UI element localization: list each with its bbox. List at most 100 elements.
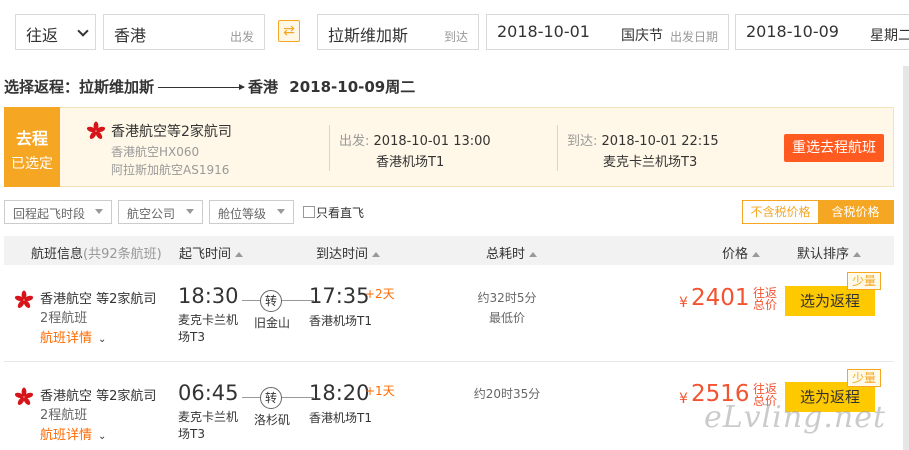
arrive-airport: 香港机场T1 xyxy=(309,411,372,425)
row-divider xyxy=(4,361,894,362)
return-date-value: 2018-10-09 xyxy=(746,22,839,41)
return-date-field[interactable]: 2018-10-09 星期二 xyxy=(735,14,909,50)
arrive-time: 18:20 xyxy=(309,381,370,405)
flight-duration: 约32时5分 xyxy=(477,291,537,305)
depart-time: 18:30 xyxy=(178,284,239,308)
outbound-badge: 去程 已选定 xyxy=(4,107,60,187)
sort-up-icon xyxy=(853,252,862,257)
flight-details-label: 航班详情 xyxy=(40,331,93,346)
swap-cities-icon[interactable]: ⇄ xyxy=(278,20,300,42)
arrive-datetime: 2018-10-01 22:15 xyxy=(601,134,719,149)
outbound-arrive: 到达: 2018-10-01 22:15 xyxy=(567,130,719,149)
header-info-label: 航班信息 xyxy=(31,247,84,262)
trip-type-select[interactable]: 往返 xyxy=(15,14,96,50)
sort-up-icon xyxy=(372,252,381,257)
header-flight-count: (共92条航班) xyxy=(83,247,162,262)
airline-filter[interactable]: 航空公司 xyxy=(118,200,203,224)
cabin-filter[interactable]: 舱位等级 xyxy=(209,200,294,224)
transfer-city: 旧金山 xyxy=(254,316,291,330)
to-city-field[interactable]: 拉斯维加斯 到达 xyxy=(317,14,479,50)
lowest-price-note: 最低价 xyxy=(488,311,525,325)
title-date: 2018-10-09周二 xyxy=(289,78,416,96)
outbound-airline: 香港航空等2家航司 xyxy=(111,124,232,140)
sort-duration[interactable]: 总耗时 xyxy=(486,243,538,262)
arrive-label: 到达: xyxy=(567,134,598,149)
flight-price: 2401 xyxy=(691,285,750,311)
hong-kong-airlines-logo-icon xyxy=(14,387,34,405)
arrow-right-icon xyxy=(158,84,246,90)
from-city-field[interactable]: 香港 出发 xyxy=(103,14,265,50)
outbound-badge-status: 已选定 xyxy=(11,156,53,172)
tax-included-option[interactable]: 含税价格 xyxy=(818,201,893,223)
chevron-down-icon: ⌄ xyxy=(98,431,107,442)
outbound-badge-title: 去程 xyxy=(15,129,48,148)
trip-type-value: 往返 xyxy=(26,26,59,45)
scrollbar[interactable] xyxy=(903,66,909,450)
direct-only-checkbox[interactable] xyxy=(303,206,315,218)
divider xyxy=(329,125,330,171)
page-title: 选择返程：拉斯维加斯 香港 2018-10-09周二 xyxy=(4,76,415,97)
hong-kong-airlines-logo-icon xyxy=(14,290,34,308)
hong-kong-airlines-logo-icon xyxy=(86,121,106,139)
reselect-outbound-button[interactable]: 重选去程航班 xyxy=(784,134,884,162)
round-trip-total-note: 往返总价 xyxy=(753,286,778,312)
depart-date-field[interactable]: 2018-10-01 国庆节 出发日期 xyxy=(486,14,729,50)
header-duration-label: 总耗时 xyxy=(486,247,526,262)
transfer-city: 洛杉矶 xyxy=(254,413,291,427)
flight-legs: 2程航班 xyxy=(40,311,88,326)
depart-time: 06:45 xyxy=(178,381,239,405)
sort-price[interactable]: 价格 xyxy=(722,243,761,262)
transfer-icon: 转 xyxy=(260,290,282,312)
caret-down-icon xyxy=(277,209,285,214)
tax-excluded-option[interactable]: 不含税价格 xyxy=(743,201,818,223)
header-flight-info: 航班信息(共92条航班) xyxy=(31,243,162,262)
header-price-label: 价格 xyxy=(722,247,749,262)
flight-details-link[interactable]: 航班详情 ⌄ xyxy=(40,327,106,346)
depart-date-value: 2018-10-01 xyxy=(497,22,590,41)
depart-date-tag: 出发日期 xyxy=(669,30,718,44)
direct-only-label[interactable]: 只看直飞 xyxy=(316,204,364,221)
depart-time-filter[interactable]: 回程起飞时段 xyxy=(4,200,112,224)
watermark: eLvling.net xyxy=(704,400,887,435)
sort-arrive-time[interactable]: 到达时间 xyxy=(316,243,381,262)
outbound-flight-1: 香港航空HX060 xyxy=(111,145,200,159)
depart-airport: 麦克卡兰机场T3 xyxy=(178,313,239,344)
arrive-day-offset: +1天 xyxy=(365,384,395,398)
flight-details-link[interactable]: 航班详情 ⌄ xyxy=(40,424,106,443)
flight-details-label: 航班详情 xyxy=(40,428,93,443)
currency-symbol: ¥ xyxy=(679,295,688,311)
to-tag: 到达 xyxy=(443,30,468,44)
select-return-button[interactable]: 选为返程 xyxy=(785,286,875,316)
header-sort-label: 默认排序 xyxy=(797,247,850,262)
transfer-icon: 转 xyxy=(260,387,282,409)
caret-down-icon xyxy=(95,209,103,214)
arrive-day-offset: +2天 xyxy=(365,287,395,301)
sort-up-icon xyxy=(235,252,244,257)
from-city-value: 香港 xyxy=(114,26,147,45)
few-seats-tag: 少量 xyxy=(847,369,881,387)
few-seats-tag: 少量 xyxy=(847,272,881,290)
title-prefix: 选择返程： xyxy=(4,78,80,96)
flight-duration: 约20时35分 xyxy=(473,387,541,401)
depart-time-filter-label: 回程起飞时段 xyxy=(13,207,86,221)
currency-symbol: ¥ xyxy=(679,391,688,407)
outbound-arrive-airport: 麦克卡兰机场T3 xyxy=(603,155,698,170)
depart-holiday: 国庆节 xyxy=(621,28,663,44)
sort-default[interactable]: 默认排序 xyxy=(797,243,862,262)
flight-airline: 香港航空 等2家航司 xyxy=(40,389,157,404)
sort-depart-time[interactable]: 起飞时间 xyxy=(179,243,244,262)
sort-up-icon xyxy=(752,252,761,257)
sort-up-icon xyxy=(529,252,538,257)
depart-datetime: 2018-10-01 13:00 xyxy=(373,134,491,149)
chevron-down-icon: ⌄ xyxy=(98,334,107,345)
outbound-depart-airport: 香港机场T1 xyxy=(376,155,445,170)
caret-down-icon xyxy=(186,209,194,214)
outbound-flight-2: 阿拉斯加航空AS1916 xyxy=(111,163,230,177)
flight-airline: 香港航空 等2家航司 xyxy=(40,292,157,307)
outbound-depart: 出发: 2018-10-01 13:00 xyxy=(339,130,491,149)
title-from: 拉斯维加斯 xyxy=(79,78,155,96)
depart-airport: 麦克卡兰机场T3 xyxy=(178,410,239,441)
title-to: 香港 xyxy=(248,78,279,96)
header-arrive-label: 到达时间 xyxy=(316,247,369,262)
to-city-value: 拉斯维加斯 xyxy=(328,26,409,45)
